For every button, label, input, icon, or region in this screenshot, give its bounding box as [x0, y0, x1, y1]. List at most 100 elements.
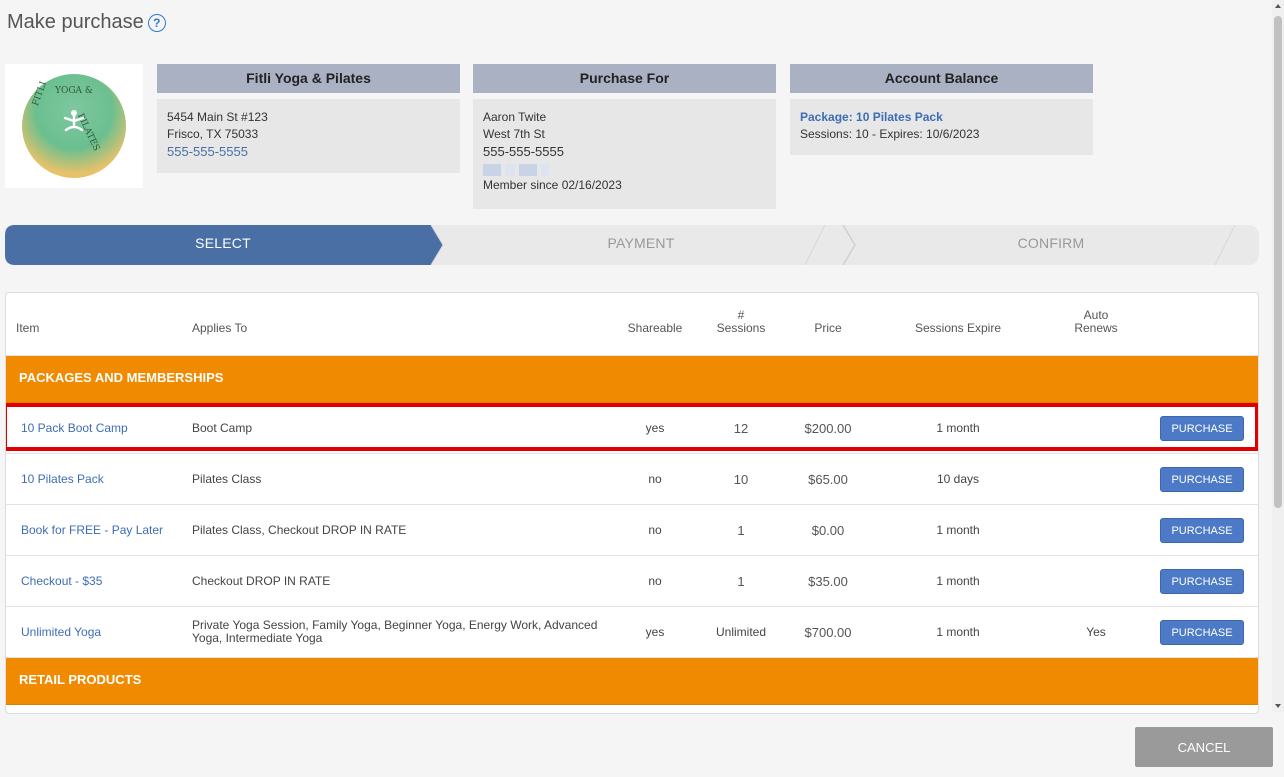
member-since: Member since 02/16/2023	[483, 178, 622, 192]
col-sessions-label: Sessions	[716, 321, 766, 335]
business-address-2: Frisco, TX 75033	[167, 127, 259, 141]
scroll-thumb[interactable]	[1274, 16, 1282, 508]
row-shareable: no	[648, 472, 662, 486]
redacted-info	[483, 160, 766, 177]
table-row: 10 Pilates Pack Pilates Class no 10 $65.…	[6, 454, 1258, 505]
row-price: $0.00	[811, 522, 845, 538]
row-sessions-expire: 1 month	[936, 574, 980, 588]
account-balance-details: Package: 10 Pilates Pack Sessions: 10 - …	[790, 99, 1093, 155]
row-sessions: Unlimited	[715, 625, 766, 639]
item-name[interactable]: Checkout - $35	[21, 574, 102, 588]
col-item: Item	[16, 321, 40, 335]
row-sessions: 10	[733, 471, 749, 487]
page-title-text: Make purchase	[7, 11, 144, 33]
row-applies-to: Boot Camp	[192, 421, 253, 435]
balance-sessions: Sessions: 10 - Expires: 10/6/2023	[800, 127, 980, 141]
business-address-1: 5454 Main St #123	[167, 110, 268, 124]
item-name[interactable]: 10 Pilates Pack	[21, 472, 104, 486]
purchase-button[interactable]: PURCHASE	[1160, 467, 1244, 492]
section-packages-memberships: PACKAGES AND MEMBERSHIPS	[6, 356, 1258, 403]
checkout-steps: SELECT PAYMENT CONFIRM	[5, 225, 1259, 265]
redacted-block	[519, 163, 537, 176]
step-select[interactable]: SELECT	[5, 225, 441, 265]
row-price: $65.00	[808, 471, 848, 487]
row-auto-renews	[1061, 556, 1131, 606]
logo-circle: YOGA & FITLI PILATES	[22, 74, 126, 178]
redacted-block	[541, 163, 549, 176]
row-sessions: 1	[737, 522, 745, 538]
scroll-up-icon[interactable]	[1275, 4, 1281, 8]
row-sessions-expire: 1 month	[936, 625, 980, 639]
account-balance-header: Account Balance	[790, 64, 1093, 93]
purchase-for-header: Purchase For	[473, 64, 776, 93]
col-sessions: # Sessions	[706, 309, 776, 335]
table-row: Unlimited Yoga Private Yoga Session, Fam…	[6, 607, 1258, 658]
row-item-link[interactable]: Unlimited Yoga	[21, 607, 101, 657]
purchase-for-info: Purchase For Aaron Twite West 7th St 555…	[473, 64, 776, 209]
row-shareable: no	[648, 523, 662, 537]
row-sessions-expire: 1 month	[936, 421, 980, 435]
business-details: 5454 Main St #123 Frisco, TX 75033 555-5…	[157, 99, 460, 173]
table-row: 10 Pack Boot Camp Boot Camp yes 12 $200.…	[6, 403, 1258, 454]
purchase-for-details: Aaron Twite West 7th St 555-555-5555 Mem…	[473, 99, 776, 209]
row-item-link[interactable]: 10 Pack Boot Camp	[21, 403, 128, 453]
purchase-button[interactable]: PURCHASE	[1160, 518, 1244, 543]
row-shareable: yes	[645, 421, 665, 435]
col-auto-renews: Auto Renews	[1061, 309, 1131, 335]
row-sessions: 1	[737, 573, 745, 589]
col-renews-label: Renews	[1074, 321, 1118, 335]
col-shareable: Shareable	[627, 321, 683, 335]
row-applies-to: Private Yoga Session, Family Yoga, Begin…	[192, 618, 598, 645]
row-applies-to: Checkout DROP IN RATE	[192, 574, 331, 588]
purchase-button[interactable]: PURCHASE	[1160, 569, 1244, 594]
section-retail-products: RETAIL PRODUCTS	[6, 658, 1258, 705]
business-header: Fitli Yoga & Pilates	[157, 64, 460, 93]
customer-phone: 555-555-5555	[483, 144, 564, 159]
row-applies-to: Pilates Class, Checkout DROP IN RATE	[192, 523, 407, 537]
item-name[interactable]: Book for FREE - Pay Later	[21, 523, 163, 537]
row-item-link[interactable]: 10 Pilates Pack	[21, 454, 104, 504]
meditation-figure-icon	[63, 110, 85, 132]
help-icon[interactable]: ?	[147, 13, 166, 32]
scroll-down-icon[interactable]	[1275, 704, 1281, 708]
redacted-block	[505, 163, 515, 176]
purchase-button[interactable]: PURCHASE	[1160, 416, 1244, 441]
table-row: Book for FREE - Pay Later Pilates Class,…	[6, 505, 1258, 556]
row-sessions-expire: 1 month	[936, 523, 980, 537]
balance-package: Package: 10 Pilates Pack	[800, 110, 943, 124]
col-sessions-expire: Sessions Expire	[914, 321, 1002, 335]
row-auto-renews	[1061, 505, 1131, 555]
table-row: Checkout - $35 Checkout DROP IN RATE no …	[6, 556, 1258, 607]
row-shareable: yes	[645, 625, 665, 639]
customer-street: West 7th St	[483, 127, 545, 141]
item-name[interactable]: Unlimited Yoga	[21, 625, 101, 639]
cancel-button[interactable]: CANCEL	[1135, 727, 1273, 767]
table-header: Item Applies To Shareable # Sessions Pri…	[6, 293, 1258, 356]
row-item-link[interactable]: Book for FREE - Pay Later	[21, 505, 163, 555]
item-name[interactable]: 10 Pack Boot Camp	[21, 421, 128, 435]
purchase-button[interactable]: PURCHASE	[1160, 620, 1244, 645]
page-scrollbar[interactable]	[1272, 0, 1284, 712]
step-payment[interactable]: PAYMENT	[441, 225, 841, 265]
business-logo: YOGA & FITLI PILATES	[5, 64, 143, 188]
row-sessions: 12	[733, 420, 749, 436]
row-auto-renews	[1061, 403, 1131, 453]
col-applies-to: Applies To	[192, 321, 248, 335]
account-balance-info: Account Balance Package: 10 Pilates Pack…	[790, 64, 1093, 155]
step-confirm[interactable]: CONFIRM	[851, 225, 1251, 265]
row-applies-to: Pilates Class	[192, 472, 262, 486]
row-item-link[interactable]: Checkout - $35	[21, 556, 102, 606]
business-phone-link[interactable]: 555-555-5555	[167, 143, 450, 160]
col-price: Price	[814, 321, 842, 335]
row-price: $700.00	[804, 624, 852, 640]
products-table: Item Applies To Shareable # Sessions Pri…	[5, 292, 1259, 714]
row-sessions-expire: 10 days	[936, 472, 980, 486]
redacted-block	[483, 163, 501, 176]
row-auto-renews: Yes	[1086, 625, 1106, 639]
page-title: Make purchase ?	[7, 11, 166, 34]
row-price: $35.00	[808, 573, 848, 589]
business-info: Fitli Yoga & Pilates 5454 Main St #123 F…	[157, 64, 460, 173]
customer-name: Aaron Twite	[483, 110, 547, 124]
row-price: $200.00	[804, 420, 852, 436]
row-shareable: no	[648, 574, 662, 588]
